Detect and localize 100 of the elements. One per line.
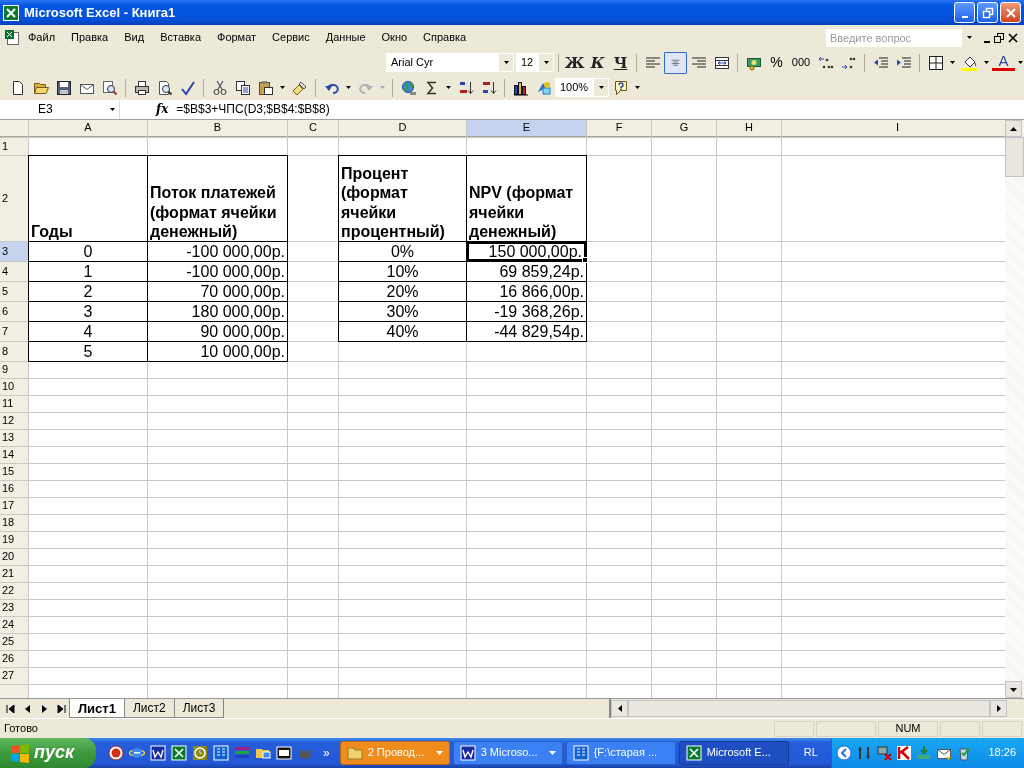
insert-function-button[interactable]: fx xyxy=(156,102,169,117)
caret-icon[interactable] xyxy=(598,86,604,89)
bold-button[interactable]: Ж xyxy=(563,53,586,72)
row-header[interactable]: 24 xyxy=(0,617,28,633)
row-header[interactable]: 1 xyxy=(0,138,28,155)
workbook-icon[interactable] xyxy=(4,29,20,46)
column-header[interactable]: H xyxy=(717,120,781,137)
caret-icon[interactable] xyxy=(346,86,351,89)
caret-icon[interactable] xyxy=(543,61,549,64)
chevron-circle-icon[interactable] xyxy=(836,745,853,761)
menu-item[interactable]: Вид xyxy=(116,28,153,47)
column-header[interactable]: F xyxy=(587,120,651,137)
row-header[interactable]: 26 xyxy=(0,651,28,667)
caret-icon[interactable] xyxy=(1018,61,1023,64)
underline-button[interactable]: Ч xyxy=(609,53,632,72)
browser-e-icon[interactable] xyxy=(129,745,145,761)
row-header[interactable]: 8 xyxy=(0,342,28,361)
shield-k-icon[interactable] xyxy=(896,745,913,761)
previous-sheet-icon[interactable] xyxy=(23,704,32,713)
shapes-icon[interactable] xyxy=(535,79,552,96)
menu-item[interactable]: Вставка xyxy=(152,28,209,47)
minimize-button[interactable] xyxy=(954,2,975,23)
next-sheet-icon[interactable] xyxy=(40,704,49,713)
scrollbar-thumb[interactable] xyxy=(628,700,990,717)
column-header[interactable]: A xyxy=(29,120,147,137)
caret-icon[interactable] xyxy=(109,108,115,111)
start-button[interactable]: пуск xyxy=(0,738,96,768)
help-search-field[interactable]: Введите вопрос xyxy=(826,28,962,47)
row-header[interactable]: 27 xyxy=(0,668,28,684)
row-header[interactable]: 6 xyxy=(0,302,28,321)
row-header[interactable]: 13 xyxy=(0,430,28,446)
borders-icon[interactable] xyxy=(927,54,944,71)
sheet-tab[interactable]: Лист1 xyxy=(69,699,125,718)
row-header[interactable]: 4 xyxy=(0,262,28,281)
print-preview-icon[interactable] xyxy=(156,79,173,96)
column-header[interactable]: B xyxy=(148,120,287,137)
row-header[interactable]: 10 xyxy=(0,379,28,395)
clipboard-icon[interactable] xyxy=(257,79,274,96)
taskbar-button[interactable]: Microsoft E... xyxy=(678,741,789,765)
caret-icon[interactable] xyxy=(446,86,451,89)
row-header[interactable]: 20 xyxy=(0,549,28,565)
scroll-right-button[interactable] xyxy=(990,700,1007,717)
magnifier-icon[interactable] xyxy=(101,79,118,96)
thousands-button[interactable]: 000 xyxy=(788,55,814,70)
last-sheet-icon[interactable] xyxy=(57,704,66,713)
taskbar-button[interactable]: 3 Microso... xyxy=(452,741,563,765)
close-icon[interactable] xyxy=(1008,32,1018,43)
row-header[interactable]: 5 xyxy=(0,282,28,301)
menu-item[interactable]: Окно xyxy=(373,28,416,47)
first-sheet-icon[interactable] xyxy=(6,704,15,713)
restore-button[interactable] xyxy=(977,2,998,23)
row-header[interactable]: 9 xyxy=(0,362,28,378)
menu-item[interactable]: Правка xyxy=(63,28,117,47)
italic-button[interactable]: К xyxy=(586,53,609,72)
outdent-icon[interactable] xyxy=(872,54,889,71)
row-header[interactable]: 19 xyxy=(0,532,28,548)
row-header[interactable]: 16 xyxy=(0,481,28,497)
menu-item[interactable]: Справка xyxy=(415,28,475,47)
row-header[interactable]: 18 xyxy=(0,515,28,531)
close-button[interactable] xyxy=(1000,2,1021,23)
spreadsheet-icon[interactable] xyxy=(171,745,187,761)
column-header[interactable]: C xyxy=(288,120,338,137)
scroll-up-button[interactable] xyxy=(1005,120,1022,137)
printer-icon[interactable] xyxy=(133,79,150,96)
row-header[interactable]: 21 xyxy=(0,566,28,582)
row-header[interactable]: 12 xyxy=(0,413,28,429)
menu-item[interactable]: Файл xyxy=(20,28,64,47)
sort-descending-icon[interactable] xyxy=(480,79,497,96)
globe-icon[interactable] xyxy=(400,79,417,96)
caret-icon[interactable] xyxy=(966,36,972,39)
sheet-tab[interactable]: Лист3 xyxy=(173,699,225,718)
language-indicator[interactable]: RL xyxy=(803,746,818,760)
archive-icon[interactable] xyxy=(276,745,292,761)
column-header[interactable]: D xyxy=(339,120,466,137)
fill-handle[interactable] xyxy=(582,257,588,263)
column-header[interactable]: G xyxy=(652,120,716,137)
chevron-button[interactable]: » xyxy=(323,745,330,761)
row-header[interactable]: 11 xyxy=(0,396,28,412)
taskbar-button[interactable]: {F:\старая ... xyxy=(565,741,676,765)
disc-icon[interactable] xyxy=(108,745,124,761)
font-field[interactable]: Arial Cyr xyxy=(386,53,514,72)
align-button[interactable] xyxy=(664,51,687,74)
restore-icon[interactable] xyxy=(994,32,1004,43)
caret-icon[interactable] xyxy=(280,86,285,89)
caret-icon[interactable] xyxy=(984,61,989,64)
scrollbar-thumb[interactable] xyxy=(1005,137,1024,177)
row-header[interactable]: 22 xyxy=(0,583,28,599)
copy-icon[interactable] xyxy=(234,79,251,96)
row-header[interactable]: 23 xyxy=(0,600,28,616)
book-icon[interactable] xyxy=(213,745,229,761)
row-header[interactable]: 17 xyxy=(0,498,28,514)
bar-chart-icon[interactable] xyxy=(512,79,529,96)
zoom-field[interactable]: 100% xyxy=(555,78,609,97)
recycle-bin-icon[interactable] xyxy=(956,745,973,761)
indent-icon[interactable] xyxy=(895,54,912,71)
sort-ascending-icon[interactable] xyxy=(457,79,474,96)
row-header[interactable]: 7 xyxy=(0,322,28,341)
scissors-icon[interactable] xyxy=(211,79,228,96)
column-header[interactable]: E xyxy=(467,120,586,137)
caret-icon[interactable] xyxy=(503,61,509,64)
